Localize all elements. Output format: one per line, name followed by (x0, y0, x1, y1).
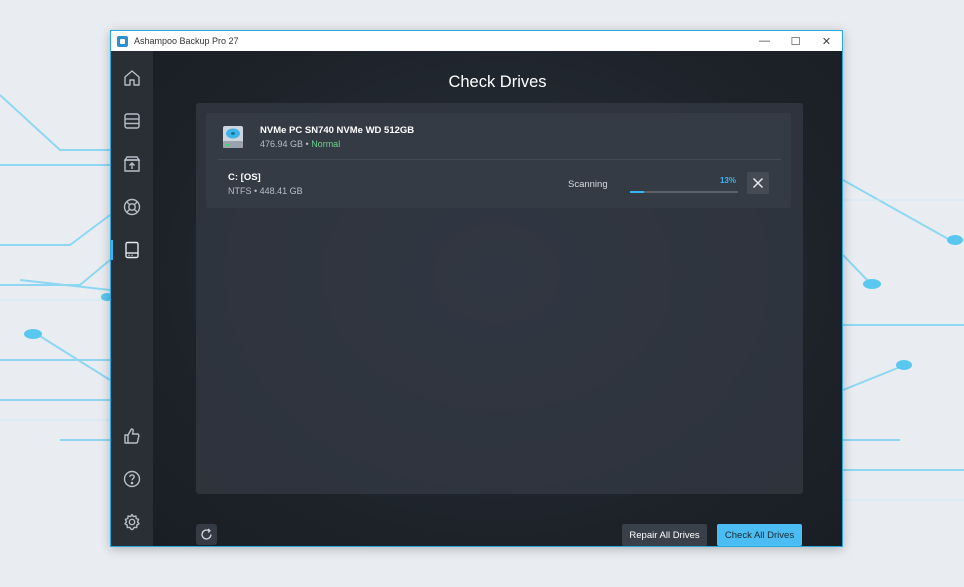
drives-panel: NVMe PC SN740 NVMe WD 512GB 476.94 GB • … (196, 103, 803, 494)
drive-info-separator: • (303, 139, 312, 149)
sidebar-item-backups[interactable] (111, 104, 153, 138)
page-title: Check Drives (448, 73, 547, 91)
sidebar-item-rescue[interactable] (111, 190, 153, 224)
drive-info: 476.94 GB • Normal (260, 139, 340, 149)
window-controls: — ☐ ✕ (749, 31, 842, 51)
cancel-scan-button[interactable] (747, 172, 769, 194)
refresh-icon (201, 528, 212, 540)
sidebar-item-help[interactable] (111, 462, 153, 496)
sidebar-item-restore[interactable] (111, 147, 153, 181)
check-all-drives-button[interactable]: Check All Drives (717, 524, 802, 546)
divider (218, 159, 781, 160)
drive-status: Normal (311, 139, 341, 149)
scan-progress-fill (630, 191, 645, 193)
sidebar-item-feedback[interactable] (111, 419, 153, 453)
help-icon (123, 470, 141, 488)
drive-name: NVMe PC SN740 NVMe WD 512GB (260, 125, 415, 136)
close-icon (752, 177, 764, 189)
window-title: Ashampoo Backup Pro 27 (134, 36, 239, 46)
rescue-icon (123, 198, 141, 216)
minimize-button[interactable]: — (749, 31, 780, 51)
partition-name: C: [OS] (228, 172, 261, 183)
scan-status: Scanning (568, 179, 608, 190)
drive-check-icon (125, 241, 139, 259)
backups-icon (124, 113, 140, 129)
app-window: Ashampoo Backup Pro 27 — ☐ ✕ Check Drive… (110, 30, 843, 547)
refresh-button[interactable] (196, 524, 217, 545)
restore-icon (123, 156, 141, 172)
close-window-button[interactable]: ✕ (811, 31, 842, 51)
repair-all-drives-button[interactable]: Repair All Drives (622, 524, 707, 546)
hard-drive-icon (223, 126, 243, 148)
progress-percent: 13% (719, 176, 736, 185)
maximize-button[interactable]: ☐ (780, 31, 811, 51)
main-content: Check Drives NVMe PC SN740 NVMe WD 512GB… (153, 51, 842, 546)
title-bar[interactable]: Ashampoo Backup Pro 27 — ☐ ✕ (111, 31, 842, 51)
sidebar-item-settings[interactable] (111, 505, 153, 539)
partition-details: NTFS • 448.41 GB (228, 186, 303, 196)
drive-size: 476.94 GB (260, 139, 304, 149)
app-logo-icon (117, 35, 128, 47)
sidebar-item-home[interactable] (111, 61, 153, 95)
settings-icon (124, 513, 140, 531)
sidebar (111, 51, 153, 546)
sidebar-item-check-drives[interactable] (111, 233, 153, 267)
drive-card[interactable]: NVMe PC SN740 NVMe WD 512GB 476.94 GB • … (206, 113, 791, 208)
thumbs-up-icon (124, 428, 140, 444)
home-icon (124, 70, 140, 86)
scan-progress-bar (630, 191, 738, 193)
